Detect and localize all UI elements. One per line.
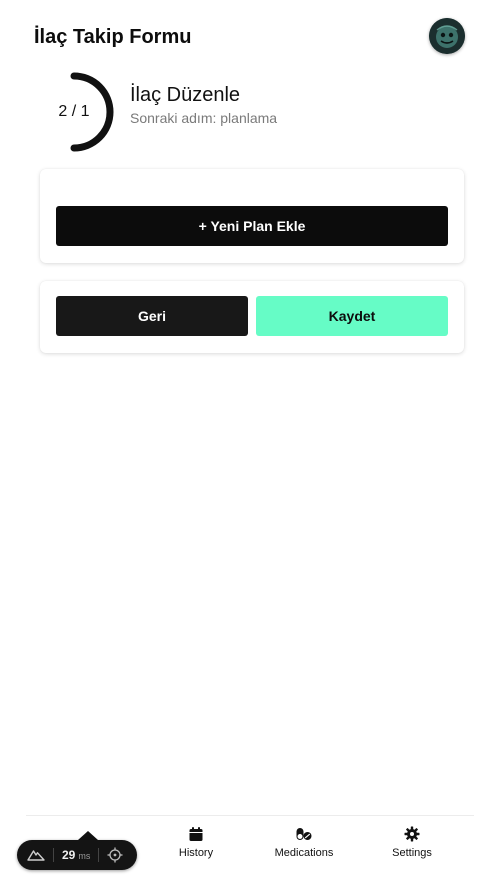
page-title: İlaç Takip Formu xyxy=(34,26,192,48)
nav-label-settings: Settings xyxy=(392,847,432,859)
render-time-unit: ms xyxy=(78,851,91,861)
save-button[interactable]: Kaydet xyxy=(256,296,448,336)
step-counter: 2 / 1 xyxy=(58,103,90,120)
render-time-value: 29 xyxy=(62,848,76,862)
step-title: İlaç Düzenle xyxy=(130,84,241,106)
nav-item-medications[interactable]: Medications xyxy=(266,826,342,870)
nav-item-settings[interactable]: Settings xyxy=(384,826,440,870)
nav-item-history[interactable]: History xyxy=(168,826,224,870)
calendar-icon xyxy=(188,826,204,842)
gear-icon xyxy=(404,826,420,842)
dev-toolbar-divider-2 xyxy=(98,848,100,862)
plan-card: + Yeni Plan Ekle xyxy=(40,169,464,263)
dev-toolbar[interactable]: 29 ms xyxy=(17,840,137,870)
back-button[interactable]: Geri xyxy=(56,296,248,336)
dev-toolbar-divider xyxy=(53,848,54,862)
nav-label-history: History xyxy=(178,847,214,859)
app-screen: İlaç Takip Formu 2 / 1 İlaç Düzenle Sonr… xyxy=(0,0,500,879)
actions-card: Geri Kaydet xyxy=(40,281,464,353)
nav-label-medications: Medications xyxy=(274,847,334,859)
bottom-nav-divider xyxy=(26,815,474,816)
step-subtitle: Sonraki adım: planlama xyxy=(130,110,278,126)
crosshair-icon[interactable] xyxy=(107,847,123,863)
add-plan-button[interactable]: + Yeni Plan Ekle xyxy=(56,206,448,246)
avatar-image xyxy=(429,18,465,54)
home-tab-indicator[interactable] xyxy=(78,831,98,840)
pills-icon xyxy=(296,826,312,842)
nuxt-logo-icon xyxy=(27,848,45,862)
avatar[interactable] xyxy=(429,18,465,54)
